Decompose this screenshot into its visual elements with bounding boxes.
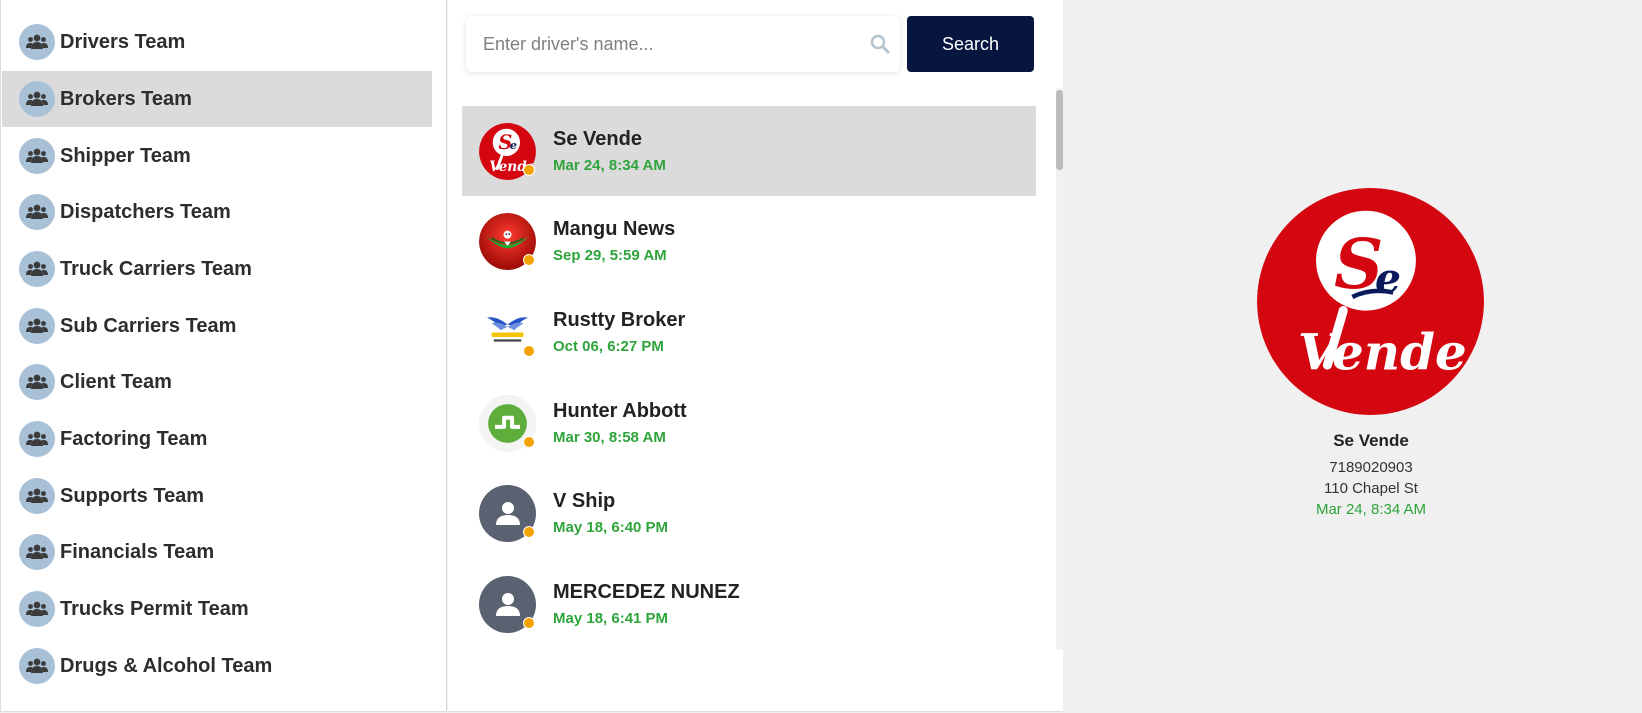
contact-item-rustty-broker[interactable]: Rustty Broker Oct 06, 6:27 PM [462, 287, 1036, 377]
search-icon[interactable] [870, 34, 890, 54]
users-icon [19, 308, 55, 344]
detail-phone: 7189020903 [1329, 459, 1413, 476]
svg-text:e: e [510, 138, 517, 152]
contact-timestamp: Sep 29, 5:59 AM [553, 247, 667, 264]
detail-timestamp: Mar 24, 8:34 AM [1315, 501, 1427, 518]
contact-detail-panel: S e Vende Se Vende 7189020903 110 Chapel… [1064, 0, 1642, 713]
sidebar-item-financials-team[interactable]: Financials Team [2, 524, 432, 580]
contact-item-hunter-abbott[interactable]: Hunter Abbott Mar 30, 8:58 AM [462, 378, 1036, 468]
sidebar-item-truck-carriers-team[interactable]: Truck Carriers Team [2, 241, 432, 297]
sidebar-item-label: Trucks Permit Team [60, 597, 249, 620]
sidebar-item-label: Factoring Team [60, 427, 208, 450]
sidebar-item-label: Drivers Team [60, 30, 186, 53]
search-button[interactable]: Search [907, 16, 1034, 72]
contact-timestamp: May 18, 6:40 PM [553, 519, 669, 536]
contact-name: MERCEDEZ NUNEZ [553, 581, 740, 603]
contact-item-se-vende[interactable]: S e Vende Se Vende Mar 24, 8:34 AM [462, 106, 1036, 196]
online-status-dot [523, 616, 535, 629]
contact-list-scrollbar-track[interactable] [1056, 88, 1063, 650]
users-icon [19, 251, 55, 287]
sidebar-item-label: Sub Carriers Team [60, 314, 237, 337]
sidebar-item-sub-carriers-team[interactable]: Sub Carriers Team [2, 298, 432, 354]
users-icon [19, 24, 55, 60]
contact-item-mercedez-nunez[interactable]: MERCEDEZ NUNEZ May 18, 6:41 PM [462, 559, 1036, 649]
users-icon [19, 478, 55, 514]
sidebar-item-brokers-team[interactable]: Brokers Team [2, 71, 432, 127]
se-vende-logo: S e Vende [1257, 188, 1484, 415]
sidebar-item-factoring-team[interactable]: Factoring Team [2, 411, 432, 467]
sidebar-item-label: Supports Team [60, 484, 205, 507]
contact-name: Hunter Abbott [553, 400, 687, 422]
contact-name: Se Vende [553, 128, 642, 150]
detail-contact-name: Se Vende [1333, 431, 1409, 450]
avatar [479, 303, 536, 361]
users-icon [19, 421, 55, 457]
contact-name: Rustty Broker [553, 309, 686, 331]
sidebar-item-shipper-team[interactable]: Shipper Team [2, 128, 432, 184]
users-icon [19, 194, 55, 230]
svg-text:Vende: Vende [1298, 323, 1467, 382]
app-root: Drivers Team Brokers Team Shipper Team D… [0, 0, 1642, 713]
teams-sidebar: Drivers Team Brokers Team Shipper Team D… [0, 0, 447, 712]
svg-text:e: e [1375, 254, 1401, 302]
sidebar-item-trucks-permit-team[interactable]: Trucks Permit Team [2, 581, 432, 637]
search-box [466, 16, 900, 72]
sidebar-item-drivers-team[interactable]: Drivers Team [2, 14, 432, 70]
sidebar-item-client-team[interactable]: Client Team [2, 354, 432, 410]
avatar [479, 212, 536, 270]
sidebar-item-label: Client Team [60, 370, 172, 393]
online-status-dot [523, 435, 535, 448]
contact-item-v-ship[interactable]: V Ship May 18, 6:40 PM [462, 468, 1036, 558]
avatar [479, 484, 536, 542]
sidebar-item-dispatchers-team[interactable]: Dispatchers Team [2, 184, 432, 240]
detail-address: 110 Chapel St [1324, 480, 1418, 497]
users-icon [19, 534, 55, 570]
sidebar-item-label: Shipper Team [60, 144, 191, 167]
contact-name: Mangu News [553, 218, 676, 240]
sidebar-item-label: Brokers Team [60, 87, 192, 110]
avatar: S e Vende [479, 122, 536, 180]
contact-list-panel: Search S e Vende Se Vende Ma [448, 0, 1063, 712]
sidebar-item-supports-team[interactable]: Supports Team [2, 468, 432, 524]
contact-item-mangu-news[interactable]: Mangu News Sep 29, 5:59 AM [462, 196, 1036, 286]
contact-name: V Ship [553, 490, 616, 512]
contact-timestamp: Oct 06, 6:27 PM [553, 338, 664, 355]
avatar [479, 394, 536, 452]
users-icon [19, 591, 55, 627]
avatar [479, 575, 536, 633]
users-icon [19, 364, 55, 400]
users-icon [19, 81, 55, 117]
users-icon [19, 648, 55, 684]
sidebar-item-drugs-alcohol-team[interactable]: Drugs & Alcohol Team [2, 638, 432, 694]
contact-timestamp: May 18, 6:41 PM [553, 610, 669, 627]
search-input[interactable] [483, 33, 863, 55]
users-icon [19, 138, 55, 174]
sidebar-item-label: Financials Team [60, 540, 215, 563]
online-status-dot [523, 163, 535, 176]
online-status-dot [523, 344, 535, 357]
online-status-dot [523, 253, 535, 266]
contact-timestamp: Mar 24, 8:34 AM [553, 157, 666, 174]
sidebar-item-label: Dispatchers Team [60, 200, 231, 223]
contact-timestamp: Mar 30, 8:58 AM [553, 429, 666, 446]
online-status-dot [523, 525, 535, 538]
sidebar-item-label: Drugs & Alcohol Team [60, 654, 273, 677]
sidebar-item-label: Truck Carriers Team [60, 257, 252, 280]
contact-list-scrollbar-thumb[interactable] [1056, 90, 1063, 170]
